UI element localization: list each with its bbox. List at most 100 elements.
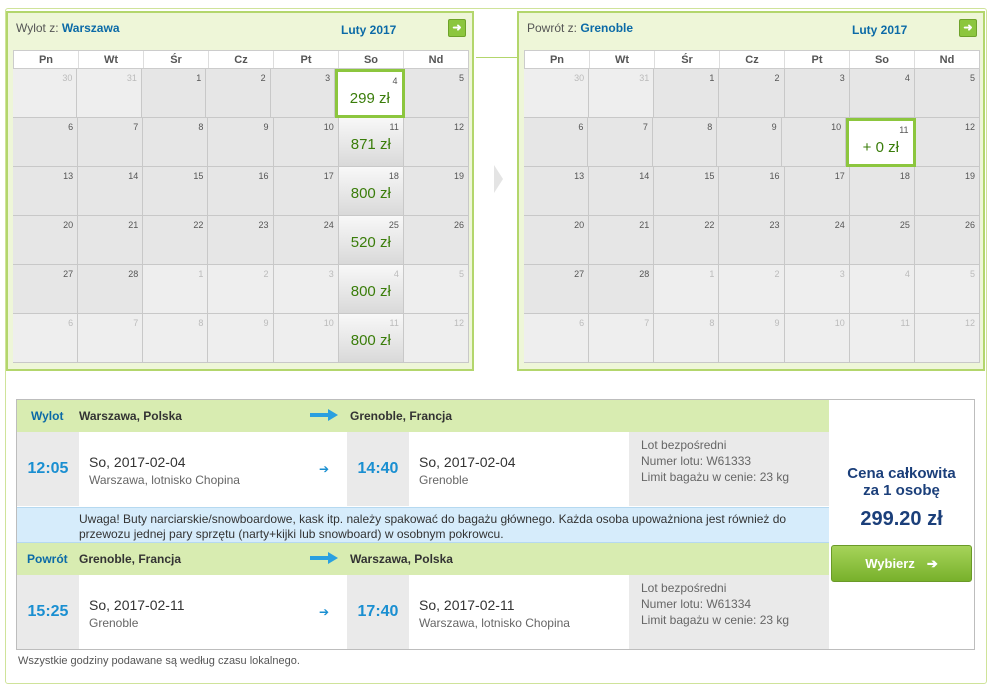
chevron-right-icon <box>494 165 503 193</box>
calendar-day: 5 <box>404 69 469 118</box>
calendar-day-priced[interactable]: 18 800 zł <box>338 167 404 216</box>
day-number: 5 <box>458 73 464 83</box>
calendar-day: 4 <box>849 265 915 314</box>
day-number: 4 <box>393 269 399 279</box>
calendar-day-priced[interactable]: 4 299 zł <box>335 69 405 118</box>
calendar-day: 15 <box>143 167 209 216</box>
calendar-day-priced[interactable]: 25 520 zł <box>338 216 404 265</box>
calendar-day: 12 <box>403 118 469 167</box>
next-month-button[interactable]: ➜ <box>959 19 977 37</box>
day-number: 23 <box>258 220 269 230</box>
day-number: 20 <box>574 220 585 230</box>
arrow-right-icon: ➔ <box>319 605 330 619</box>
dep-time-cell: 15:25 <box>17 575 79 649</box>
calendar-day: 12 <box>915 118 980 167</box>
next-month-button[interactable]: ➜ <box>448 19 466 37</box>
day-number: 14 <box>128 171 139 181</box>
calendar-month: Luty 2017 <box>852 23 908 37</box>
arr-time-cell: 17:40 <box>347 575 409 649</box>
calendar-week: 13 14 15 16 17 18 19 <box>524 167 980 216</box>
outbound-details: 12:05 So, 2017-02-04 Warszawa, lotnisko … <box>17 432 829 506</box>
calendar-label: Powrót z: <box>527 21 578 35</box>
calendar-day: 24 <box>784 216 850 265</box>
calendar-day: 2 <box>719 265 785 314</box>
day-number: 18 <box>388 171 399 181</box>
day-number: 21 <box>639 220 650 230</box>
calendar-day: 15 <box>654 167 720 216</box>
day-number: 21 <box>128 220 139 230</box>
weekday-label: Pt <box>274 51 339 68</box>
day-number: 22 <box>704 220 715 230</box>
day-number: 6 <box>68 122 74 132</box>
arr-place: Warszawa, lotnisko Chopina <box>419 616 570 630</box>
weekday-label: Wt <box>590 51 655 68</box>
day-number: 3 <box>839 269 845 279</box>
day-number: 6 <box>68 318 74 328</box>
leg-from: Warszawa, Polska <box>79 409 182 423</box>
calendar-day: 22 <box>143 216 209 265</box>
day-number: 26 <box>453 220 464 230</box>
route-arrow-icon <box>310 409 338 421</box>
day-number: 28 <box>639 269 650 279</box>
calendar-day: 8 <box>143 118 209 167</box>
day-number: 8 <box>198 318 204 328</box>
weekday-label: Śr <box>655 51 720 68</box>
calendar-week: 6 7 8 9 10 11 12 <box>524 314 980 363</box>
calendar-day: 28 <box>78 265 144 314</box>
day-number: 19 <box>964 171 975 181</box>
calendar-week: 20 21 22 23 24 25 26 <box>524 216 980 265</box>
arr-cell: So, 2017-02-04 Grenoble <box>409 432 629 506</box>
calendar-day-priced[interactable]: 11 871 zł <box>338 118 404 167</box>
calendar-label: Wylot z: <box>16 21 59 35</box>
calendar-day: 27 <box>524 265 590 314</box>
total-price: 299.20 zł <box>860 508 943 530</box>
day-number: 27 <box>574 269 585 279</box>
calendar-day-priced[interactable]: 4 800 zł <box>338 265 404 314</box>
weekday-label: Nd <box>939 54 955 66</box>
day-number: 9 <box>771 122 777 132</box>
arrow-right-icon: ➔ <box>319 462 330 476</box>
day-number: 27 <box>63 269 74 279</box>
day-number: 16 <box>258 171 269 181</box>
calendar-day: 14 <box>589 167 655 216</box>
day-number: 22 <box>193 220 204 230</box>
day-number: 9 <box>774 318 780 328</box>
arrow-right-icon: ➜ <box>452 22 462 34</box>
calendar-day: 13 <box>13 167 79 216</box>
calendar-day: 2 <box>206 69 271 118</box>
arr-cell: So, 2017-02-11 Warszawa, lotnisko Chopin… <box>409 575 629 649</box>
calendar-day: 10 <box>273 314 339 363</box>
dep-cell: So, 2017-02-11 Grenoble <box>79 575 307 649</box>
calendar-day: 18 <box>849 167 915 216</box>
calendar-day: 1 <box>654 265 720 314</box>
calendar-grid: Pn Wt Śr Cz Pt So Nd 30 31 1 2 3 4 5 6 7 8 9 10 11 + 0 zł 12 1… <box>524 50 980 363</box>
calendar-day-priced[interactable]: 11 800 zł <box>338 314 404 363</box>
day-number: 5 <box>969 269 975 279</box>
calendar-day: 26 <box>914 216 980 265</box>
calendar-day: 10 <box>781 118 847 167</box>
calendar-day: 12 <box>914 314 980 363</box>
calendar-connector <box>476 57 517 58</box>
calendar-day: 6 <box>13 314 79 363</box>
calendar-day: 12 <box>403 314 469 363</box>
calendar-day: 13 <box>524 167 590 216</box>
day-price: 800 zł <box>350 332 391 349</box>
calendar-grid: Pn Wt Śr Cz Pt So Nd 30 31 1 2 3 4 299 zł 5 6 7 8 9 10 11 871… <box>13 50 469 363</box>
calendar-day: 5 <box>914 265 980 314</box>
calendar-day: 20 <box>13 216 79 265</box>
day-number: 8 <box>709 318 715 328</box>
calendar-day: 30 <box>13 69 78 118</box>
route-arrow-icon <box>310 552 338 564</box>
calendar-day: 26 <box>403 216 469 265</box>
day-number: 2 <box>774 73 780 83</box>
calendar-day-priced[interactable]: 11 + 0 zł <box>846 118 916 167</box>
calendar-day: 9 <box>208 314 274 363</box>
arr-place: Grenoble <box>419 473 469 487</box>
calendar-day: 1 <box>143 265 209 314</box>
day-number: 25 <box>388 220 399 230</box>
day-number: 11 <box>899 125 909 135</box>
calendar-day: 5 <box>403 265 469 314</box>
calendar-day: 7 <box>78 314 144 363</box>
dep-time-cell: 12:05 <box>17 432 79 506</box>
select-button[interactable]: Wybierz ➔ <box>831 545 972 582</box>
